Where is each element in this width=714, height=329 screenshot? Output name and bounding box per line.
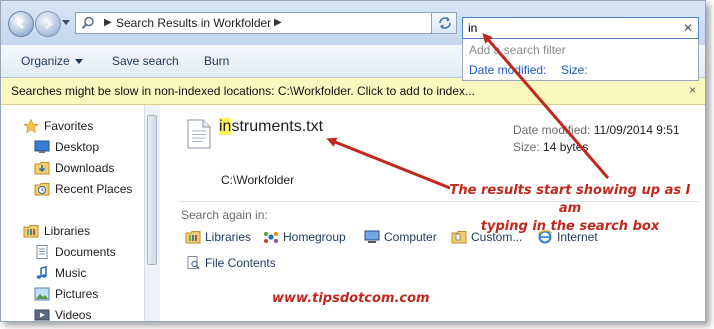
annotation-caption: The results start showing up as I am typ… <box>445 182 695 236</box>
computer-icon <box>364 230 380 243</box>
caption-line-1: The results start showing up as I am <box>449 183 691 216</box>
chevron-right-icon[interactable]: ▶ <box>274 17 282 28</box>
search-term-highlight: in <box>219 118 232 135</box>
address-bar[interactable]: ▶ Search Results in Workfolder ▶ <box>75 12 491 34</box>
pictures-icon <box>34 287 50 301</box>
nav-downloads-label: Downloads <box>55 161 115 175</box>
back-button[interactable] <box>8 11 34 37</box>
homegroup-label: Homegroup <box>283 230 346 244</box>
chevron-down-icon <box>74 59 83 65</box>
recent-places-icon <box>34 183 50 196</box>
result-file-path: C:\Workfolder <box>221 173 295 187</box>
documents-icon <box>36 245 48 259</box>
nav-favorites-label: Favorites <box>44 119 94 133</box>
search-box[interactable]: ✕ <box>462 17 699 39</box>
search-again-homegroup[interactable]: Homegroup <box>263 230 346 244</box>
search-input[interactable] <box>468 20 668 36</box>
search-again-libraries[interactable]: Libraries <box>185 230 251 244</box>
explorer-window: ▶ Search Results in Workfolder ▶ ✕ Add a… <box>0 0 706 322</box>
search-filter-hint: Add a search filter <box>469 43 566 57</box>
organize-label: Organize <box>21 54 70 68</box>
save-search-button[interactable]: Save search <box>112 54 179 68</box>
date-modified-value: 11/09/2014 9:51 <box>593 123 680 137</box>
result-size: Size: 14 bytes <box>513 140 588 154</box>
libraries-icon <box>185 231 201 244</box>
arrow-left-icon <box>16 19 24 29</box>
text-file-icon[interactable] <box>186 119 212 149</box>
file-name-rest: struments.txt <box>231 118 324 135</box>
organize-button[interactable]: Organize <box>21 54 83 68</box>
libraries-icon <box>23 225 39 238</box>
search-again-label: Search again in: <box>181 208 268 222</box>
videos-icon <box>34 309 50 321</box>
search-again-file-contents[interactable]: File Contents <box>185 256 276 270</box>
burn-button[interactable]: Burn <box>204 54 229 68</box>
nav-videos[interactable]: Videos <box>34 306 92 322</box>
refresh-icon <box>439 17 451 29</box>
nav-recent-places[interactable]: Recent Places <box>34 180 132 198</box>
search-suggestion-dropdown: Add a search filter Date modified: Size: <box>462 39 699 81</box>
arrow-right-icon <box>45 19 53 29</box>
homegroup-icon <box>264 232 278 243</box>
filter-date-modified[interactable]: Date modified: <box>469 63 546 77</box>
nav-libraries[interactable]: Libraries <box>23 222 90 240</box>
nav-recent-places-label: Recent Places <box>55 182 133 196</box>
computer-label: Computer <box>384 230 437 244</box>
address-path[interactable]: Search Results in Workfolder <box>116 16 271 30</box>
size-label: Size: <box>513 140 540 154</box>
desktop-icon <box>34 140 50 153</box>
recent-pages-dropdown[interactable] <box>62 20 70 25</box>
info-bar-text[interactable]: Searches might be slow in non-indexed lo… <box>11 84 475 98</box>
nav-pictures-label: Pictures <box>55 287 99 301</box>
index-info-bar[interactable]: Searches might be slow in non-indexed lo… <box>1 78 705 105</box>
navigation-pane: Favorites Desktop Downloads Recent Place… <box>1 105 160 321</box>
forward-button[interactable] <box>35 11 61 37</box>
result-file-name[interactable]: instruments.txt <box>219 118 323 136</box>
caption-line-2: typing in the search box <box>480 219 660 234</box>
result-date-modified: Date modified: 11/09/2014 9:51 <box>513 123 680 137</box>
nav-libraries-label: Libraries <box>44 224 91 238</box>
date-modified-label: Date modified: <box>513 123 591 137</box>
nav-music-label: Music <box>55 266 87 280</box>
music-icon <box>36 266 47 279</box>
nav-desktop[interactable]: Desktop <box>34 138 99 156</box>
nav-music[interactable]: Music <box>34 264 86 282</box>
watermark-url: www.tipsdotcom.com <box>272 291 430 306</box>
navigation-scrollbar[interactable] <box>144 105 160 321</box>
nav-desktop-label: Desktop <box>55 140 100 154</box>
nav-pictures[interactable]: Pictures <box>34 285 98 303</box>
nav-downloads[interactable]: Downloads <box>34 159 114 177</box>
scrollbar-thumb[interactable] <box>147 115 157 265</box>
file-contents-icon <box>187 256 200 270</box>
file-contents-label: File Contents <box>205 256 276 270</box>
chevron-right-icon[interactable]: ▶ <box>104 17 112 28</box>
nav-documents[interactable]: Documents <box>34 243 116 261</box>
close-icon[interactable]: ✕ <box>683 21 693 35</box>
nav-favorites[interactable]: Favorites <box>23 117 93 135</box>
filter-size[interactable]: Size: <box>561 63 588 77</box>
search-icon <box>81 16 94 29</box>
nav-videos-label: Videos <box>55 308 92 322</box>
libraries-label: Libraries <box>205 230 252 244</box>
star-icon <box>23 119 39 133</box>
refresh-button[interactable] <box>431 12 457 34</box>
nav-documents-label: Documents <box>55 245 116 259</box>
size-value: 14 bytes <box>543 140 589 154</box>
close-icon[interactable]: × <box>689 83 696 97</box>
search-again-computer[interactable]: Computer <box>364 230 437 244</box>
downloads-folder-icon <box>34 162 50 175</box>
